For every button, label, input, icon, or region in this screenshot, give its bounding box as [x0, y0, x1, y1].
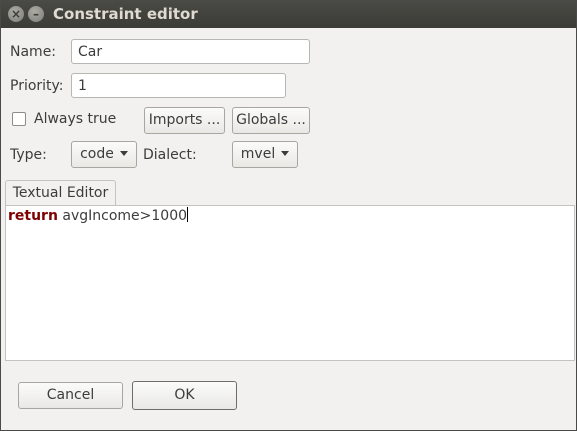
code-editor[interactable]: return avgIncome>1000	[5, 205, 575, 361]
type-label: Type:	[10, 147, 47, 163]
name-label: Name:	[10, 44, 57, 60]
dialect-dropdown[interactable]: mvel	[232, 141, 298, 168]
always-true-label[interactable]: Always true	[34, 111, 116, 127]
minimize-icon[interactable]: –	[28, 6, 44, 22]
title-bar: × – Constraint editor	[1, 1, 576, 28]
code-keyword: return	[8, 208, 58, 224]
type-dropdown[interactable]: code	[71, 141, 137, 168]
type-value: code	[80, 146, 114, 162]
chevron-down-icon	[281, 151, 290, 156]
close-icon[interactable]: ×	[8, 6, 24, 22]
priority-label: Priority:	[10, 78, 64, 94]
dialect-value: mvel	[240, 146, 276, 162]
text-caret	[187, 207, 189, 222]
dialect-label: Dialect:	[143, 147, 197, 163]
imports-button[interactable]: Imports ...	[144, 107, 225, 134]
constraint-editor-dialog: × – Constraint editor Name: Priority: Al…	[0, 0, 577, 431]
name-field[interactable]	[71, 39, 310, 64]
tab-textual-editor[interactable]: Textual Editor	[5, 180, 116, 205]
chevron-down-icon	[119, 151, 128, 156]
always-true-checkbox[interactable]	[12, 112, 26, 126]
window-title: Constraint editor	[53, 5, 198, 23]
code-expression: avgIncome>1000	[57, 208, 188, 224]
globals-button[interactable]: Globals ...	[232, 107, 310, 134]
cancel-button[interactable]: Cancel	[18, 382, 123, 409]
priority-field[interactable]	[71, 73, 286, 98]
ok-button[interactable]: OK	[132, 381, 237, 410]
